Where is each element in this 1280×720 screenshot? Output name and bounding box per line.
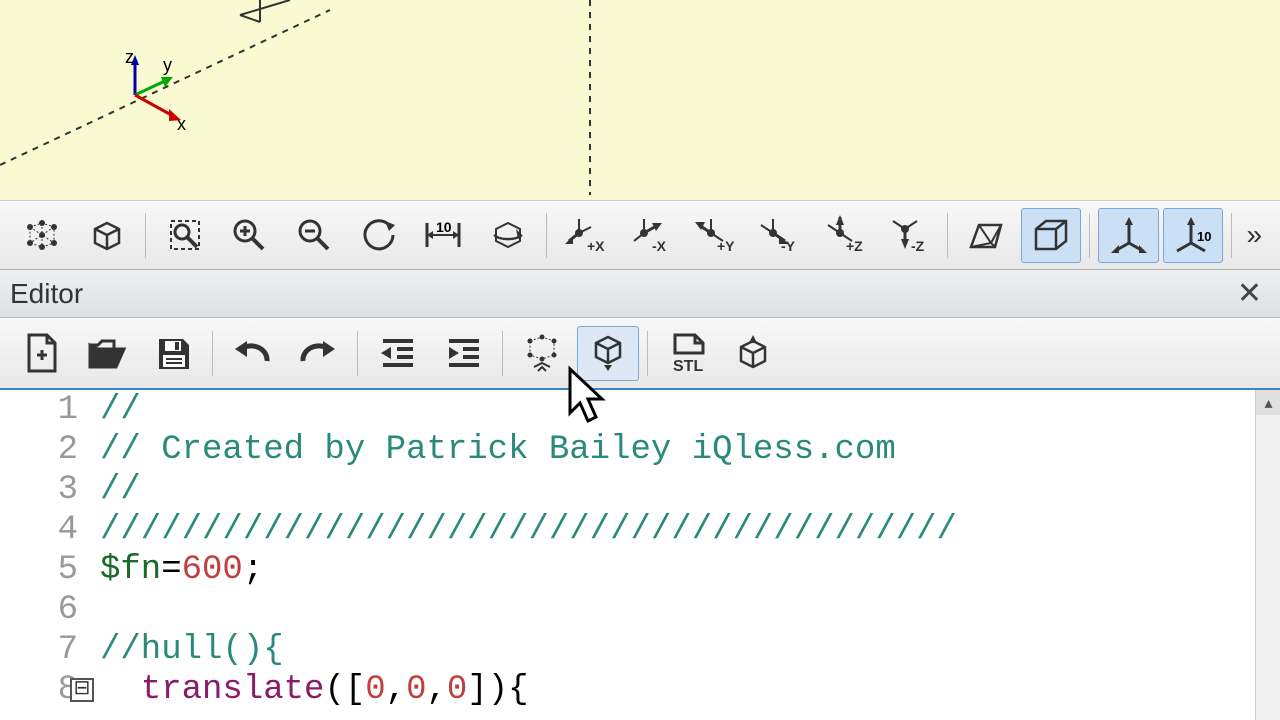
show-axes-button[interactable] <box>1098 208 1159 263</box>
svg-text:+Y: +Y <box>717 238 735 254</box>
line-number: 7 <box>0 630 78 670</box>
axis-front-button[interactable]: +Y <box>684 208 745 263</box>
code-line[interactable]: //hull(){ <box>100 630 1280 670</box>
render-button[interactable] <box>77 208 138 263</box>
svg-text:10: 10 <box>436 219 452 235</box>
orthogonal-button[interactable] <box>1021 208 1082 263</box>
vertical-scrollbar[interactable]: ▴ <box>1255 390 1280 720</box>
svg-text:10: 10 <box>1197 229 1211 244</box>
send-to-button[interactable] <box>722 326 784 381</box>
redo-button[interactable] <box>287 326 349 381</box>
line-number: 2 <box>0 430 78 470</box>
viewport-3d[interactable]: z y x <box>0 0 1280 200</box>
line-number: 4 <box>0 510 78 550</box>
code-line[interactable]: $fn=600; <box>100 550 1280 590</box>
line-number: 6 <box>0 590 78 630</box>
axis-bottom-button[interactable]: -Z <box>878 208 939 263</box>
view-rotate-button[interactable] <box>477 208 538 263</box>
show-scale-button[interactable]: 10 <box>1163 208 1224 263</box>
code-line[interactable]: ////////////////////////////////////////… <box>100 510 1280 550</box>
preview-button[interactable] <box>12 208 73 263</box>
line-number: 1 <box>0 390 78 430</box>
line-number: 3 <box>0 470 78 510</box>
code-line[interactable]: // Created by Patrick Bailey iQless.com <box>100 430 1280 470</box>
code-editor[interactable]: 12345678 //// Created by Patrick Bailey … <box>0 390 1280 720</box>
axis-top-button[interactable]: +Z <box>814 208 875 263</box>
svg-text:+X: +X <box>587 238 605 254</box>
view-distance-button[interactable]: 10 <box>413 208 474 263</box>
line-number: 8 <box>0 670 78 710</box>
unindent-button[interactable] <box>366 326 428 381</box>
zoom-in-button[interactable] <box>219 208 280 263</box>
zoom-out-button[interactable] <box>284 208 345 263</box>
axis-right-button[interactable]: +X <box>555 208 616 263</box>
zoom-fit-button[interactable] <box>154 208 215 263</box>
code-content[interactable]: //// Created by Patrick Bailey iQless.co… <box>90 390 1280 720</box>
svg-text:x: x <box>177 114 186 134</box>
viewer-toolbar: 10 +X -X +Y -Y +Z -Z 10 » <box>0 200 1280 270</box>
editor-toolbar: STL <box>0 318 1280 390</box>
code-line[interactable]: // <box>100 470 1280 510</box>
svg-text:STL: STL <box>673 358 703 375</box>
svg-text:z: z <box>125 47 134 67</box>
reset-view-button[interactable] <box>348 208 409 263</box>
editor-panel-header: Editor ✕ <box>0 270 1280 318</box>
overflow-button[interactable]: » <box>1238 219 1270 251</box>
code-line[interactable]: translate([0,0,0]){ <box>100 670 1280 710</box>
code-line[interactable] <box>100 590 1280 630</box>
scroll-up-button[interactable]: ▴ <box>1256 390 1280 415</box>
axis-back-button[interactable]: -Y <box>749 208 810 263</box>
svg-text:y: y <box>163 55 172 75</box>
fold-toggle[interactable]: ⊟ <box>70 678 94 702</box>
new-file-button[interactable] <box>10 326 72 381</box>
preview-compile-button[interactable] <box>511 326 573 381</box>
svg-text:-X: -X <box>652 238 667 254</box>
perspective-button[interactable] <box>956 208 1017 263</box>
svg-text:-Y: -Y <box>781 238 796 254</box>
render-compile-button[interactable] <box>577 326 639 381</box>
export-stl-button[interactable]: STL <box>656 326 718 381</box>
save-file-button[interactable] <box>142 326 204 381</box>
svg-text:-Z: -Z <box>911 238 925 254</box>
svg-text:+Z: +Z <box>846 238 863 254</box>
axis-left-button[interactable]: -X <box>620 208 681 263</box>
line-number: 5 <box>0 550 78 590</box>
close-button[interactable]: ✕ <box>1229 274 1270 313</box>
open-file-button[interactable] <box>76 326 138 381</box>
panel-title: Editor <box>10 278 83 310</box>
indent-button[interactable] <box>432 326 494 381</box>
code-line[interactable]: // <box>100 390 1280 430</box>
undo-button[interactable] <box>221 326 283 381</box>
axes-indicator: z y x <box>125 55 205 150</box>
line-gutter: 12345678 <box>0 390 90 720</box>
